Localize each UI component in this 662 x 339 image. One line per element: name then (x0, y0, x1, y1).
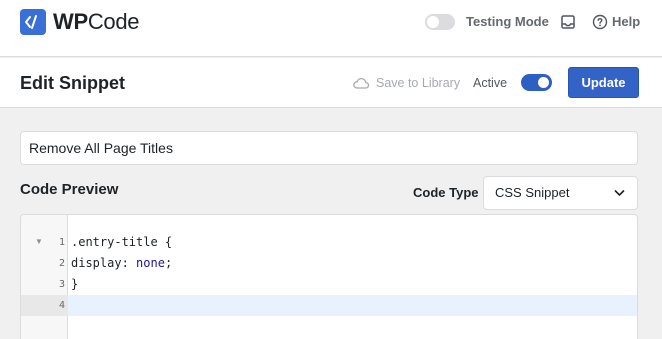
code-type-value: CSS Snippet (495, 185, 570, 200)
cloud-icon (353, 77, 370, 89)
line-number: 2 (58, 258, 65, 269)
active-toggle[interactable] (521, 74, 552, 91)
line-number: 4 (58, 300, 65, 311)
save-to-library-button[interactable]: Save to Library (376, 75, 460, 91)
page-title: Edit Snippet (20, 73, 125, 93)
code-line-1: .entry-title { (71, 235, 173, 249)
active-label: Active (473, 76, 508, 90)
line-number: 3 (58, 279, 65, 290)
update-button[interactable]: Update (568, 67, 639, 98)
chevron-down-icon (614, 189, 625, 197)
inbox-icon[interactable] (560, 14, 576, 30)
top-bar: WPCode Testing Mode Help (0, 0, 662, 57)
code-line-3: } (71, 277, 79, 291)
code-preview-heading: Code Preview (20, 181, 119, 198)
code-type-select[interactable]: CSS Snippet (483, 176, 638, 210)
snippet-title-input[interactable]: Remove All Page Titles (20, 131, 638, 165)
testing-mode-toggle[interactable] (425, 14, 455, 30)
help-link[interactable]: Help (612, 14, 640, 30)
help-icon[interactable] (592, 14, 608, 30)
brand-name: WPCode (53, 9, 140, 34)
active-line-highlight (68, 295, 637, 316)
snippet-header: Edit Snippet Save to Library Active Upda… (0, 58, 662, 108)
line-number: 1 (58, 237, 65, 248)
code-editor[interactable]: ▼ 1 2 3 4 .entry-title { display: none; … (20, 214, 638, 339)
code-type-label: Code Type (413, 185, 479, 200)
testing-mode-label: Testing Mode (466, 14, 549, 29)
code-line-2: display: none; (71, 256, 173, 270)
wpcode-logo-icon (20, 9, 46, 35)
